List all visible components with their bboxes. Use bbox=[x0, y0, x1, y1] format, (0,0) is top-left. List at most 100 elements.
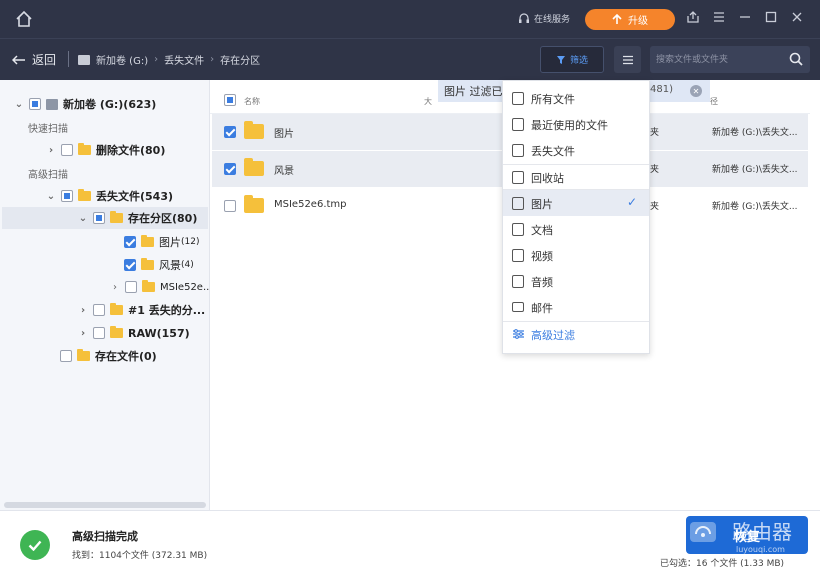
tree-checkbox[interactable] bbox=[93, 212, 105, 224]
file-name: MSIe52e6.tmp bbox=[274, 199, 347, 210]
tree-item-root[interactable]: ⌄ 新加卷 (G:)(623) bbox=[14, 93, 156, 115]
column-size[interactable]: 大 bbox=[424, 96, 432, 107]
search-input[interactable] bbox=[656, 51, 780, 68]
row-checkbox[interactable] bbox=[224, 200, 236, 212]
view-menu-button[interactable] bbox=[614, 46, 641, 73]
tree-checkbox[interactable] bbox=[93, 327, 105, 339]
tree-checkbox[interactable] bbox=[60, 350, 72, 362]
file-type: 夹 bbox=[650, 202, 660, 212]
filter-item-audio[interactable]: 音频 bbox=[503, 268, 649, 294]
tree-checkbox[interactable] bbox=[125, 281, 137, 293]
menu-icon[interactable] bbox=[712, 10, 726, 24]
close-icon[interactable] bbox=[790, 10, 804, 24]
tree-item-count: (4) bbox=[181, 260, 194, 270]
upgrade-button[interactable]: 升级 bbox=[585, 9, 675, 30]
funnel-icon bbox=[556, 55, 565, 64]
chevron-right-icon[interactable]: › bbox=[78, 305, 88, 316]
tree-item-scenery[interactable]: 风景 (4) bbox=[124, 254, 194, 276]
check-circle-icon bbox=[20, 530, 50, 560]
back-button[interactable]: 返回 bbox=[12, 51, 56, 68]
file-path: 新加卷 (G:)\丢失文... bbox=[712, 128, 798, 138]
drive-icon bbox=[78, 54, 90, 65]
chevron-right-icon[interactable]: › bbox=[110, 282, 120, 293]
tree-item-lost[interactable]: ⌄ 丢失文件(543) bbox=[46, 185, 173, 207]
breadcrumb-item-drive[interactable]: 新加卷 (G:) bbox=[96, 52, 148, 67]
folder-icon bbox=[110, 326, 123, 338]
row-checkbox[interactable] bbox=[224, 163, 236, 175]
chevron-down-icon[interactable]: ⌄ bbox=[14, 99, 24, 110]
tree-item-deleted[interactable]: › 删除文件(80) bbox=[46, 139, 165, 161]
breadcrumb-item-lost[interactable]: 丢失文件 bbox=[164, 52, 204, 67]
filter-button[interactable]: 筛选 bbox=[540, 46, 604, 73]
file-path: 新加卷 (G:)\丢失文... bbox=[712, 202, 798, 212]
filter-item-all[interactable]: 所有文件 bbox=[503, 85, 649, 111]
selected-count: 已勾选：16 个文件 (1.33 MB) bbox=[660, 559, 785, 569]
filter-item-documents[interactable]: 文档 bbox=[503, 216, 649, 242]
column-name[interactable]: 名称 bbox=[244, 96, 260, 107]
tree-item-lost-partition[interactable]: › #1 丢失的分... bbox=[78, 299, 205, 321]
tree-checkbox[interactable] bbox=[61, 144, 73, 156]
filter-item-lost[interactable]: 丢失文件 bbox=[503, 137, 649, 163]
search-box bbox=[650, 46, 810, 73]
tree-checkbox[interactable] bbox=[124, 236, 136, 248]
tree-item-msie[interactable]: › MSIe52e... bbox=[110, 276, 213, 298]
filter-item-video[interactable]: 视频 bbox=[503, 242, 649, 268]
tree-item-label: 存在分区(80) bbox=[128, 212, 198, 225]
filter-item-mail[interactable]: 邮件 bbox=[503, 294, 649, 320]
file-name: 图片 bbox=[274, 129, 294, 140]
video-icon bbox=[512, 249, 524, 262]
tree-item-label: 新加卷 (G:)(623) bbox=[63, 98, 157, 111]
tree-item-pictures[interactable]: 图片 (12) bbox=[124, 231, 199, 253]
recent-file-icon bbox=[512, 118, 524, 131]
breadcrumb-item-partition[interactable]: 存在分区 bbox=[220, 52, 260, 67]
advanced-filter-button[interactable]: 高级过滤 bbox=[503, 321, 649, 347]
tree-item-raw[interactable]: › RAW(157) bbox=[78, 322, 190, 344]
share-icon[interactable] bbox=[686, 10, 700, 24]
document-icon bbox=[512, 223, 524, 236]
tree-checkbox[interactable] bbox=[124, 259, 136, 271]
watermark-brand: 路由器 bbox=[732, 520, 792, 544]
folder-icon bbox=[141, 258, 154, 270]
section-label: 快速扫描 bbox=[28, 123, 68, 135]
horizontal-scrollbar[interactable] bbox=[4, 502, 206, 508]
folder-icon bbox=[110, 211, 123, 223]
row-checkbox[interactable] bbox=[224, 126, 236, 138]
folder-icon bbox=[142, 280, 155, 292]
file-icon bbox=[512, 92, 524, 105]
select-all-checkbox[interactable] bbox=[224, 94, 236, 106]
tree-item-partition[interactable]: ⌄ 存在分区(80) bbox=[2, 207, 208, 229]
chevron-right-icon[interactable]: › bbox=[46, 145, 56, 156]
file-name: 风景 bbox=[274, 166, 294, 177]
chevron-down-icon[interactable]: ⌄ bbox=[78, 213, 88, 224]
online-service-label: 在线服务 bbox=[534, 15, 571, 25]
close-icon[interactable]: ✕ bbox=[690, 85, 702, 97]
tree-item-label: RAW(157) bbox=[128, 326, 190, 340]
chevron-right-icon: › bbox=[210, 54, 215, 65]
tree-checkbox[interactable] bbox=[61, 190, 73, 202]
section-quick-scan: 快速扫描 bbox=[28, 116, 68, 138]
filter-item-recent[interactable]: 最近使用的文件 bbox=[503, 111, 649, 137]
online-service-link[interactable]: 在线服务 bbox=[518, 12, 570, 25]
minimize-icon[interactable] bbox=[738, 10, 752, 24]
tree-item-label: #1 丢失的分... bbox=[128, 304, 206, 317]
audio-icon bbox=[512, 275, 524, 288]
search-icon[interactable] bbox=[788, 51, 804, 67]
home-icon[interactable] bbox=[14, 9, 34, 29]
filter-item-recycle[interactable]: 回收站 bbox=[503, 164, 649, 190]
column-path[interactable]: 径 bbox=[710, 96, 718, 107]
tree-checkbox[interactable] bbox=[93, 304, 105, 316]
folder-icon bbox=[78, 143, 91, 155]
filter-item-pictures[interactable]: 图片 ✓ bbox=[503, 190, 649, 216]
filter-item-label: 图片 bbox=[531, 198, 553, 211]
tree-item-label: 风景 bbox=[159, 259, 181, 272]
filter-item-label: 文档 bbox=[531, 224, 553, 237]
maximize-icon[interactable] bbox=[764, 10, 778, 24]
chevron-down-icon[interactable]: ⌄ bbox=[46, 191, 56, 202]
tree-checkbox[interactable] bbox=[29, 98, 41, 110]
tree-item-existing[interactable]: 存在文件(0) bbox=[60, 345, 157, 367]
folder-icon bbox=[244, 158, 264, 176]
chevron-right-icon[interactable]: › bbox=[78, 328, 88, 339]
breadcrumb: 新加卷 (G:) › 丢失文件 › 存在分区 bbox=[78, 52, 260, 67]
scan-found-count: 找到：1104个文件 (372.31 MB) bbox=[72, 551, 208, 561]
folder-icon bbox=[244, 121, 264, 139]
